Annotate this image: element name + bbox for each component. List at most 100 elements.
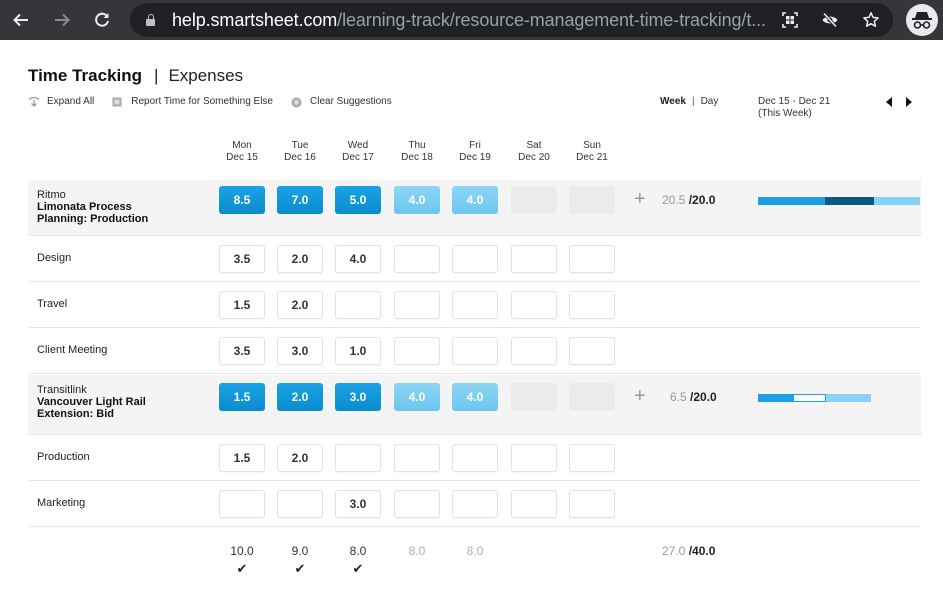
project-day-total[interactable]: 1.5 bbox=[219, 383, 265, 411]
hours-input[interactable] bbox=[394, 444, 440, 472]
project-day-total[interactable]: 4.0 bbox=[394, 186, 440, 214]
hours-input[interactable] bbox=[452, 245, 498, 273]
day-of-week: Fri bbox=[469, 140, 481, 151]
url-text[interactable]: help.smartsheet.com/learning-track/resou… bbox=[172, 10, 766, 31]
qr-code-icon[interactable] bbox=[780, 10, 800, 30]
hours-input[interactable] bbox=[511, 490, 557, 518]
report-time-button[interactable]: Report Time for Something Else bbox=[112, 96, 273, 107]
back-arrow-icon[interactable] bbox=[7, 6, 35, 34]
tab-separator: | bbox=[154, 66, 159, 85]
hours-input[interactable]: 2.0 bbox=[277, 444, 323, 472]
checkmark-icon: ✔ bbox=[236, 561, 248, 576]
hours-input[interactable]: 2.0 bbox=[277, 291, 323, 319]
project-day-total[interactable]: 8.5 bbox=[219, 186, 265, 214]
week-goal-hours: /40.0 bbox=[688, 544, 716, 558]
project-day-total[interactable]: 2.0 bbox=[277, 383, 323, 411]
project-row: Transitlink Vancouver Light Rail Extension… bbox=[28, 375, 921, 435]
hours-input[interactable] bbox=[335, 291, 381, 319]
project-day-total[interactable]: 4.0 bbox=[452, 383, 498, 411]
hours-input[interactable] bbox=[219, 490, 265, 518]
eye-off-icon[interactable] bbox=[820, 10, 840, 30]
day-header-fri: Fri Dec 19 bbox=[446, 140, 504, 164]
hours-input[interactable] bbox=[569, 291, 615, 319]
reported-hours: 6.5 bbox=[670, 390, 687, 404]
hours-input[interactable] bbox=[569, 444, 615, 472]
project-day-total[interactable] bbox=[569, 383, 615, 411]
project-hours-ratio: 6.5 /20.0 bbox=[670, 390, 717, 404]
tab-time-tracking[interactable]: Time Tracking bbox=[28, 66, 142, 86]
hours-input[interactable] bbox=[511, 245, 557, 273]
hours-input[interactable] bbox=[569, 490, 615, 518]
hours-input[interactable]: 1.0 bbox=[335, 337, 381, 365]
client-name: Transitlink bbox=[37, 384, 87, 396]
progress-segment-remaining bbox=[826, 394, 871, 402]
week-view-button[interactable]: Week bbox=[660, 96, 686, 107]
hours-input[interactable]: 2.0 bbox=[277, 245, 323, 273]
next-week-icon[interactable] bbox=[906, 97, 912, 107]
address-bar[interactable]: help.smartsheet.com/learning-track/resou… bbox=[130, 3, 893, 37]
hours-input[interactable] bbox=[394, 337, 440, 365]
hours-input[interactable] bbox=[452, 490, 498, 518]
star-icon[interactable] bbox=[861, 10, 881, 30]
project-day-total[interactable]: 7.0 bbox=[277, 186, 323, 214]
project-label[interactable]: Ritmo Limonata Process Planning: Productio… bbox=[37, 189, 148, 225]
progress-bar bbox=[758, 394, 871, 402]
task-name: Client Meeting bbox=[37, 344, 108, 356]
hours-input[interactable] bbox=[569, 337, 615, 365]
hours-input[interactable] bbox=[394, 490, 440, 518]
hours-input[interactable]: 4.0 bbox=[335, 245, 381, 273]
hours-input[interactable] bbox=[452, 337, 498, 365]
progress-segment-remaining bbox=[874, 197, 920, 205]
expand-icon bbox=[28, 96, 40, 107]
reload-icon[interactable] bbox=[88, 6, 116, 34]
tab-expenses[interactable]: Expenses bbox=[168, 66, 243, 86]
hours-input[interactable] bbox=[394, 245, 440, 273]
hours-input[interactable] bbox=[335, 444, 381, 472]
task-row: Client Meeting 3.5 3.0 1.0 bbox=[28, 328, 921, 374]
previous-week-icon[interactable] bbox=[886, 97, 892, 107]
day-header-tue: Tue Dec 16 bbox=[271, 140, 329, 164]
client-name: Ritmo bbox=[37, 189, 66, 201]
project-day-total[interactable]: 4.0 bbox=[394, 383, 440, 411]
hours-input[interactable] bbox=[394, 291, 440, 319]
hours-input[interactable] bbox=[511, 444, 557, 472]
add-task-icon[interactable]: + bbox=[634, 386, 646, 406]
hours-input[interactable] bbox=[277, 490, 323, 518]
add-task-icon[interactable]: + bbox=[634, 189, 646, 209]
project-day-total[interactable] bbox=[569, 186, 615, 214]
incognito-icon[interactable] bbox=[906, 4, 938, 36]
hours-input[interactable]: 1.5 bbox=[219, 444, 265, 472]
expand-all-label: Expand All bbox=[47, 96, 95, 107]
actions-toolbar: Expand All Report Time for Something Els… bbox=[28, 96, 410, 107]
day-header-sat: Sat Dec 20 bbox=[505, 140, 563, 164]
hours-input[interactable]: 3.5 bbox=[219, 337, 265, 365]
project-day-total[interactable]: 5.0 bbox=[335, 186, 381, 214]
hours-input[interactable]: 3.0 bbox=[277, 337, 323, 365]
clear-circle-icon bbox=[291, 97, 302, 107]
expand-all-button[interactable]: Expand All bbox=[28, 96, 94, 107]
lock-icon[interactable] bbox=[146, 14, 155, 26]
hours-input[interactable]: 3.0 bbox=[335, 490, 381, 518]
hours-input[interactable] bbox=[511, 291, 557, 319]
clear-suggestions-button[interactable]: Clear Suggestions bbox=[291, 96, 392, 107]
hours-input[interactable]: 3.5 bbox=[219, 245, 265, 273]
hours-input[interactable] bbox=[511, 337, 557, 365]
hours-input[interactable] bbox=[452, 291, 498, 319]
project-day-total[interactable]: 4.0 bbox=[452, 186, 498, 214]
project-day-total[interactable]: 3.0 bbox=[335, 383, 381, 411]
day-of-week: Mon bbox=[232, 140, 252, 151]
task-name: Production bbox=[37, 451, 90, 463]
project-label[interactable]: Transitlink Vancouver Light Rail Extension… bbox=[37, 384, 146, 420]
date-range-text: Dec 15 - Dec 21 bbox=[758, 96, 831, 107]
day-view-button[interactable]: Day bbox=[701, 96, 719, 107]
project-name-line1: Limonata Process bbox=[37, 201, 132, 213]
hours-input[interactable]: 1.5 bbox=[219, 291, 265, 319]
hours-input[interactable] bbox=[452, 444, 498, 472]
project-day-total[interactable] bbox=[511, 383, 557, 411]
daily-total: 10.0 bbox=[230, 544, 254, 558]
checkmark-icon: ✔ bbox=[294, 561, 306, 576]
hours-input[interactable] bbox=[569, 245, 615, 273]
project-day-total[interactable] bbox=[511, 186, 557, 214]
daily-total: 8.0 bbox=[408, 544, 426, 558]
forward-arrow-icon[interactable] bbox=[48, 6, 76, 34]
